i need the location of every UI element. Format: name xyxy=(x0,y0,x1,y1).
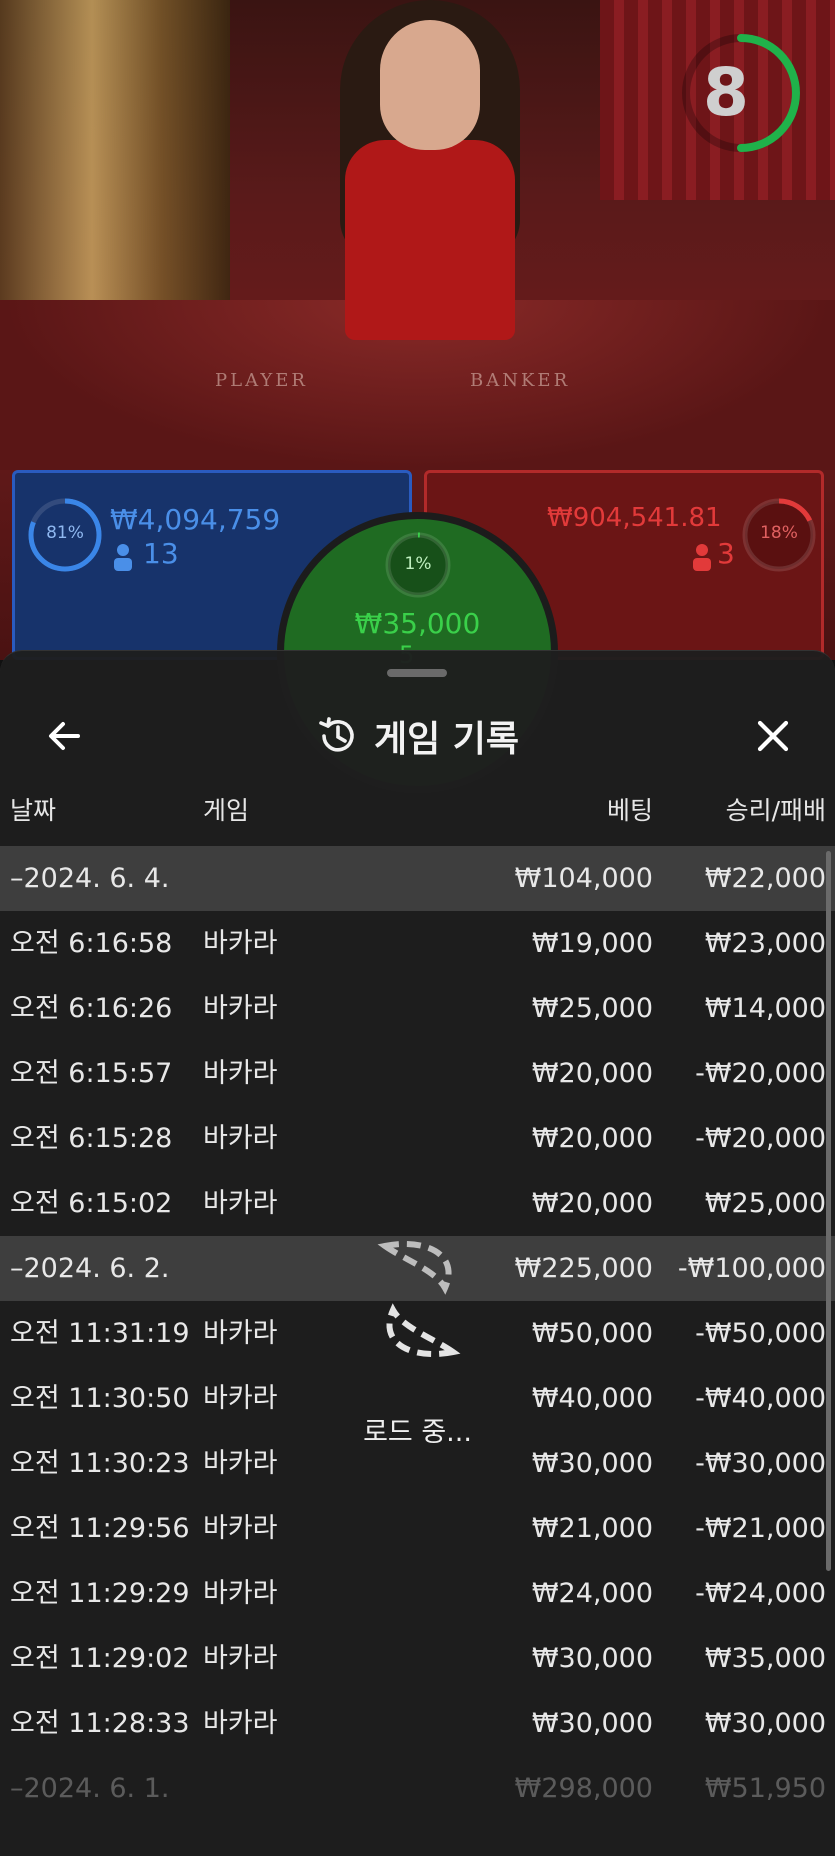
history-bet-cell: ₩20,000 xyxy=(531,1058,653,1089)
player-total-amount: ₩4,094,759 xyxy=(110,503,281,536)
history-win-loss-cell: -₩50,000 xyxy=(695,1318,826,1349)
history-win-loss-cell: -₩21,000 xyxy=(695,1513,826,1544)
history-bet-cell: ₩19,000 xyxy=(531,928,653,959)
history-row[interactable]: 오전 11:29:29 바카라 ₩24,000 -₩24,000 xyxy=(0,1561,835,1626)
countdown-timer-value: 8 xyxy=(703,54,749,131)
history-row[interactable]: 오전 6:16:26 바카라 ₩25,000 ₩14,000 xyxy=(0,976,835,1041)
tie-total-amount: ₩35,000 xyxy=(354,607,481,640)
history-win-loss-cell: ₩14,000 xyxy=(704,993,826,1024)
column-header-date: 날짜 xyxy=(10,796,57,825)
history-bet-cell: ₩50,000 xyxy=(531,1318,653,1349)
history-row[interactable]: 오전 11:29:56 바카라 ₩21,000 -₩21,000 xyxy=(0,1496,835,1561)
history-date-cell: 오전 11:29:29 xyxy=(10,1578,190,1609)
history-win-loss-cell: -₩20,000 xyxy=(695,1123,826,1154)
tie-percent: 1% xyxy=(404,554,432,574)
dealer-figure xyxy=(300,0,560,380)
column-header-bet: 베팅 xyxy=(606,796,653,825)
history-date-cell: 오전 11:29:02 xyxy=(10,1643,190,1674)
arrow-left-icon[interactable] xyxy=(38,709,92,763)
history-win-loss-cell: ₩30,000 xyxy=(704,1708,826,1739)
history-game-cell: 바카라 xyxy=(203,1578,278,1609)
history-date-cell: –2024. 6. 1. xyxy=(10,1773,170,1804)
history-game-cell: 바카라 xyxy=(203,993,278,1024)
player-percent: 81% xyxy=(46,523,84,543)
history-win-loss-cell: -₩24,000 xyxy=(695,1578,826,1609)
history-game-cell: 바카라 xyxy=(203,1708,278,1739)
history-row[interactable]: 오전 11:29:02 바카라 ₩30,000 ₩35,000 xyxy=(0,1626,835,1691)
history-bet-cell: ₩30,000 xyxy=(531,1643,653,1674)
close-icon[interactable] xyxy=(746,709,800,763)
column-header-game: 게임 xyxy=(203,796,250,825)
history-win-loss-cell: -₩30,000 xyxy=(695,1448,826,1479)
history-row[interactable]: 오전 6:15:28 바카라 ₩20,000 -₩20,000 xyxy=(0,1106,835,1171)
history-win-loss-cell: ₩51,950 xyxy=(704,1773,826,1804)
history-win-loss-cell: -₩40,000 xyxy=(695,1383,826,1414)
history-bet-cell: ₩30,000 xyxy=(531,1448,653,1479)
history-game-cell: 바카라 xyxy=(203,1513,278,1544)
history-win-loss-cell: ₩25,000 xyxy=(704,1188,826,1219)
history-date-cell: 오전 11:30:50 xyxy=(10,1383,190,1414)
sheet-title: 게임 기록 xyxy=(373,719,519,760)
history-win-loss-cell: ₩23,000 xyxy=(704,928,826,959)
history-date-cell: –2024. 6. 4. xyxy=(10,863,170,894)
history-win-loss-cell: ₩22,000 xyxy=(704,863,826,894)
history-bet-cell: ₩25,000 xyxy=(531,993,653,1024)
banker-percent: 18% xyxy=(760,523,798,543)
history-icon xyxy=(319,717,354,752)
history-scrollbar[interactable] xyxy=(826,851,831,1571)
history-game-cell: 바카라 xyxy=(203,1643,278,1674)
history-game-cell: 바카라 xyxy=(203,1448,278,1479)
history-bet-cell: ₩30,000 xyxy=(531,1708,653,1739)
banker-total-amount: ₩904,541.81 xyxy=(547,503,722,533)
history-row[interactable]: 오전 6:16:58 바카라 ₩19,000 ₩23,000 xyxy=(0,911,835,976)
history-date-cell: 오전 6:16:58 xyxy=(10,928,173,959)
history-win-loss-cell: -₩20,000 xyxy=(695,1058,826,1089)
history-bet-cell: ₩298,000 xyxy=(514,1773,653,1804)
history-bet-cell: ₩24,000 xyxy=(531,1578,653,1609)
history-game-cell: 바카라 xyxy=(203,928,278,959)
history-game-cell: 바카라 xyxy=(203,1188,278,1219)
felt-player-label: PLAYER xyxy=(215,370,308,391)
history-date-cell: 오전 6:15:28 xyxy=(10,1123,173,1154)
history-bet-cell: ₩21,000 xyxy=(531,1513,653,1544)
history-date-group-row[interactable]: –2024. 6. 4. ₩104,000 ₩22,000 xyxy=(0,846,835,911)
history-date-cell: 오전 6:16:26 xyxy=(10,993,173,1024)
history-date-cell: 오전 11:29:56 xyxy=(10,1513,190,1544)
history-row[interactable]: 오전 6:15:02 바카라 ₩20,000 ₩25,000 xyxy=(0,1171,835,1236)
sheet-drag-handle[interactable] xyxy=(387,669,447,677)
player-player-count: 13 xyxy=(143,537,179,570)
loading-spinner-icon xyxy=(377,1240,461,1358)
history-bet-cell: ₩104,000 xyxy=(514,863,653,894)
history-win-loss-cell: -₩100,000 xyxy=(677,1253,826,1284)
history-game-cell: 바카라 xyxy=(203,1383,278,1414)
banker-player-count: 3 xyxy=(717,537,735,570)
player-count-icon xyxy=(114,544,132,571)
history-row[interactable]: 오전 6:15:57 바카라 ₩20,000 -₩20,000 xyxy=(0,1041,835,1106)
history-row[interactable]: 오전 11:28:33 바카라 ₩30,000 ₩30,000 xyxy=(0,1691,835,1756)
sheet-header: 게임 기록 xyxy=(0,691,835,781)
column-header-win-loss: 승리/패배 xyxy=(725,796,826,825)
history-date-cell: 오전 11:28:33 xyxy=(10,1708,190,1739)
sheet-title-group: 게임 기록 xyxy=(0,691,835,781)
history-game-cell: 바카라 xyxy=(203,1318,278,1349)
history-win-loss-cell: ₩35,000 xyxy=(704,1643,826,1674)
history-date-cell: –2024. 6. 2. xyxy=(10,1253,170,1284)
history-game-cell: 바카라 xyxy=(203,1123,278,1154)
history-date-cell: 오전 11:30:23 xyxy=(10,1448,190,1479)
underlay-decor xyxy=(70,751,81,792)
history-bet-cell: ₩20,000 xyxy=(531,1123,653,1154)
history-date-cell: 오전 6:15:57 xyxy=(10,1058,173,1089)
history-bet-cell: ₩40,000 xyxy=(531,1383,653,1414)
history-bet-cell: ₩225,000 xyxy=(514,1253,653,1284)
decor-pillar xyxy=(0,0,230,300)
history-bet-cell: ₩20,000 xyxy=(531,1188,653,1219)
history-date-group-row[interactable]: –2024. 6. 1. ₩298,000 ₩51,950 xyxy=(0,1756,835,1821)
history-date-cell: 오전 6:15:02 xyxy=(10,1188,173,1219)
history-game-cell: 바카라 xyxy=(203,1058,278,1089)
history-date-cell: 오전 11:31:19 xyxy=(10,1318,190,1349)
loading-text: 로드 중... xyxy=(363,1417,472,1448)
banker-count-icon xyxy=(693,544,711,571)
